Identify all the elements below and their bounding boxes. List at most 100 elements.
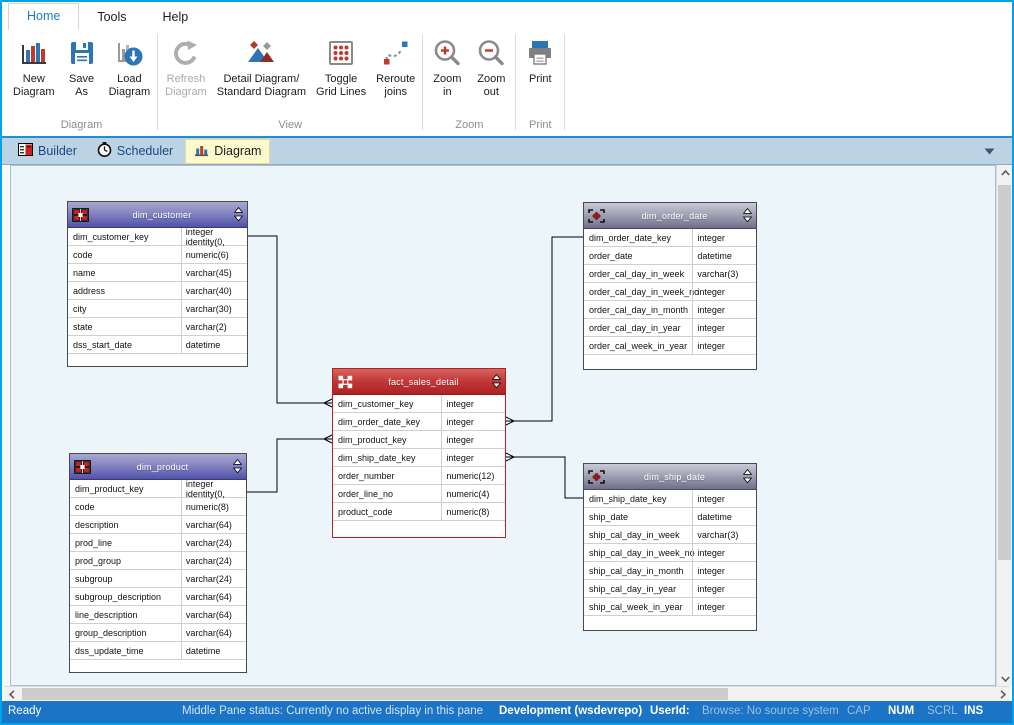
table-row[interactable]: descriptionvarchar(64): [70, 516, 246, 534]
table-row[interactable]: subgroupvarchar(24): [70, 570, 246, 588]
table-row[interactable]: dim_product_keyinteger identity(0,: [70, 480, 246, 498]
column-type: varchar(3): [692, 265, 756, 282]
table-row[interactable]: ship_datedatetime: [584, 508, 756, 526]
table-row[interactable]: prod_linevarchar(24): [70, 534, 246, 552]
app-window: Home Tools Help New Diagram Save As: [0, 0, 1014, 725]
table-row[interactable]: ship_cal_day_in_yearinteger: [584, 580, 756, 598]
column-name: dim_order_date_key: [333, 413, 441, 430]
table-row[interactable]: line_descriptionvarchar(64): [70, 606, 246, 624]
column-type: integer: [441, 449, 505, 466]
table-row[interactable]: order_line_nonumeric(4): [333, 485, 505, 503]
column-name: dim_product_key: [333, 431, 441, 448]
status-browse-source: Browse: No source system: [702, 705, 839, 717]
table-dim_customer[interactable]: dim_customerdim_customer_keyinteger iden…: [67, 201, 248, 367]
expand-collapse-arrows-icon[interactable]: [491, 374, 501, 389]
table-dim_ship_date[interactable]: dim_ship_datedim_ship_date_keyintegershi…: [583, 463, 757, 631]
table-row[interactable]: product_codenumeric(8): [333, 503, 505, 521]
column-name: line_description: [70, 606, 181, 623]
table-row[interactable]: dss_update_timedatetime: [70, 642, 246, 660]
table-header[interactable]: dim_ship_date: [584, 464, 756, 490]
table-row[interactable]: ship_cal_day_in_weekvarchar(3): [584, 526, 756, 544]
column-type: integer: [692, 490, 756, 507]
expand-collapse-arrows-icon[interactable]: [233, 207, 243, 222]
table-row[interactable]: order_cal_day_in_weekvarchar(3): [584, 265, 756, 283]
column-type: datetime: [181, 336, 247, 353]
column-name: order_cal_day_in_year: [584, 319, 692, 336]
table-row[interactable]: dss_start_datedatetime: [68, 336, 247, 354]
table-row[interactable]: codenumeric(6): [68, 246, 247, 264]
column-type: integer: [692, 301, 756, 318]
table-row[interactable]: order_cal_week_in_yearinteger: [584, 337, 756, 355]
table-row[interactable]: ship_cal_day_in_week_nointeger: [584, 544, 756, 562]
column-name: group_description: [70, 624, 181, 641]
crow-foot-icon: [324, 435, 332, 439]
column-name: dim_order_date_key: [584, 229, 692, 246]
table-fact_sales_detail[interactable]: fact_sales_detaildim_customer_keyinteger…: [332, 368, 506, 538]
column-type: numeric(6): [181, 246, 247, 263]
column-type: varchar(45): [181, 264, 247, 281]
column-name: name: [68, 264, 181, 281]
table-row[interactable]: order_numbernumeric(12): [333, 467, 505, 485]
status-userid-label: UserId:: [650, 705, 690, 717]
table-header[interactable]: dim_customer: [68, 202, 247, 228]
table-row[interactable]: ship_cal_week_in_yearinteger: [584, 598, 756, 616]
column-type: integer identity(0,: [181, 480, 246, 497]
table-row[interactable]: cityvarchar(30): [68, 300, 247, 318]
status-num-indicator: NUM: [888, 705, 914, 717]
table-row[interactable]: dim_ship_date_keyinteger: [584, 490, 756, 508]
column-type: varchar(24): [181, 552, 246, 569]
table-row[interactable]: order_cal_day_in_yearinteger: [584, 319, 756, 337]
dimension-table-icon: [74, 460, 91, 474]
expand-collapse-arrows-icon[interactable]: [232, 459, 242, 474]
column-name: order_number: [333, 467, 441, 484]
column-name: order_date: [584, 247, 692, 264]
table-row[interactable]: addressvarchar(40): [68, 282, 247, 300]
table-row[interactable]: codenumeric(8): [70, 498, 246, 516]
table-header[interactable]: dim_order_date: [584, 203, 756, 229]
table-row[interactable]: group_descriptionvarchar(64): [70, 624, 246, 642]
scroll-right-icon[interactable]: [995, 687, 1010, 702]
column-type: varchar(64): [181, 606, 246, 623]
table-dim_product[interactable]: dim_product dim_product_keyinteger identi…: [69, 453, 247, 673]
scroll-down-icon[interactable]: [997, 671, 1013, 686]
expand-collapse-arrows-icon[interactable]: [742, 208, 752, 223]
table-title: dim_product: [93, 462, 232, 472]
column-name: subgroup: [70, 570, 181, 587]
table-header[interactable]: fact_sales_detail: [333, 369, 505, 395]
horizontal-scrollbar[interactable]: [4, 686, 1010, 701]
table-row[interactable]: dim_product_keyinteger: [333, 431, 505, 449]
table-row[interactable]: order_cal_day_in_monthinteger: [584, 301, 756, 319]
fact-table-icon: [337, 375, 354, 389]
column-name: ship_cal_day_in_year: [584, 580, 692, 597]
crow-foot-icon: [506, 457, 514, 461]
vertical-scrollbar[interactable]: [996, 165, 1012, 686]
horizontal-scroll-thumb[interactable]: [22, 688, 728, 700]
vertical-scroll-thumb[interactable]: [998, 185, 1011, 560]
table-row[interactable]: dim_customer_keyinteger identity(0,: [68, 228, 247, 246]
table-row[interactable]: order_datedatetime: [584, 247, 756, 265]
column-type: datetime: [692, 247, 756, 264]
column-type: integer: [441, 413, 505, 430]
table-row[interactable]: prod_groupvarchar(24): [70, 552, 246, 570]
column-name: dim_product_key: [70, 480, 181, 497]
table-row[interactable]: statevarchar(2): [68, 318, 247, 336]
table-row[interactable]: ship_cal_day_in_monthinteger: [584, 562, 756, 580]
join-line: [514, 457, 583, 498]
date-dimension-table-icon: [588, 470, 605, 484]
column-name: dim_customer_key: [333, 395, 441, 412]
table-header[interactable]: dim_product: [70, 454, 246, 480]
column-type: varchar(2): [181, 318, 247, 335]
table-row[interactable]: dim_ship_date_keyinteger: [333, 449, 505, 467]
scroll-up-icon[interactable]: [997, 165, 1013, 180]
table-columns: dim_product_keyinteger identity(0,codenu…: [70, 480, 246, 672]
table-row[interactable]: dim_order_date_keyinteger: [333, 413, 505, 431]
expand-collapse-arrows-icon[interactable]: [742, 469, 752, 484]
column-type: integer: [692, 580, 756, 597]
table-row[interactable]: dim_order_date_keyinteger: [584, 229, 756, 247]
table-dim_order_date[interactable]: dim_order_datedim_order_date_keyintegero…: [583, 202, 757, 370]
scroll-left-icon[interactable]: [4, 687, 19, 702]
table-row[interactable]: order_cal_day_in_week_nointeger: [584, 283, 756, 301]
table-row[interactable]: namevarchar(45): [68, 264, 247, 282]
table-row[interactable]: subgroup_descriptionvarchar(64): [70, 588, 246, 606]
table-row[interactable]: dim_customer_keyinteger: [333, 395, 505, 413]
